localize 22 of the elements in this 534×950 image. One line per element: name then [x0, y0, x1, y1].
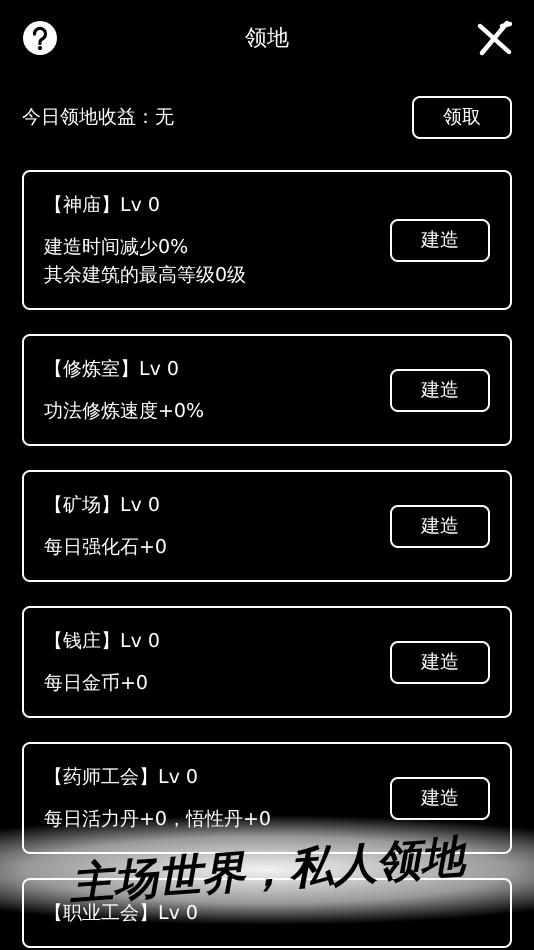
build-button[interactable]: 建造 [390, 640, 490, 684]
building-title: 【神庙】Lv 0 [44, 193, 161, 218]
building-effect: 每日活力丹+0，悟性丹+0 [44, 807, 272, 832]
building-effect: 每日金币+0 [44, 671, 150, 696]
help-icon[interactable] [22, 20, 58, 56]
build-button[interactable]: 建造 [390, 218, 490, 262]
build-button[interactable]: 建造 [390, 504, 490, 548]
building-effect: 每日强化石+0 [44, 535, 168, 560]
build-button[interactable]: 建造 [390, 776, 490, 820]
building-title: 【钱庄】Lv 0 [44, 629, 160, 654]
building-title: 【矿场】Lv 0 [44, 493, 161, 518]
building-title: 【修炼室】Lv 0 [44, 357, 180, 382]
page-title: 领地 [245, 25, 289, 53]
building-effect: 其余建筑的最高等级0级 [44, 263, 246, 288]
building-effect: 建造时间减少0% [44, 235, 190, 260]
building-effect: 功法修炼速度+0% [44, 399, 204, 424]
building-title: 【药师工会】Lv 0 [44, 765, 199, 790]
close-icon[interactable] [476, 20, 512, 56]
income-label: 今日领地收益：无 [22, 105, 174, 130]
collect-button[interactable]: 领取 [412, 96, 512, 138]
build-button[interactable]: 建造 [390, 368, 490, 412]
building-title: 【职业工会】Lv 0 [44, 902, 198, 926]
